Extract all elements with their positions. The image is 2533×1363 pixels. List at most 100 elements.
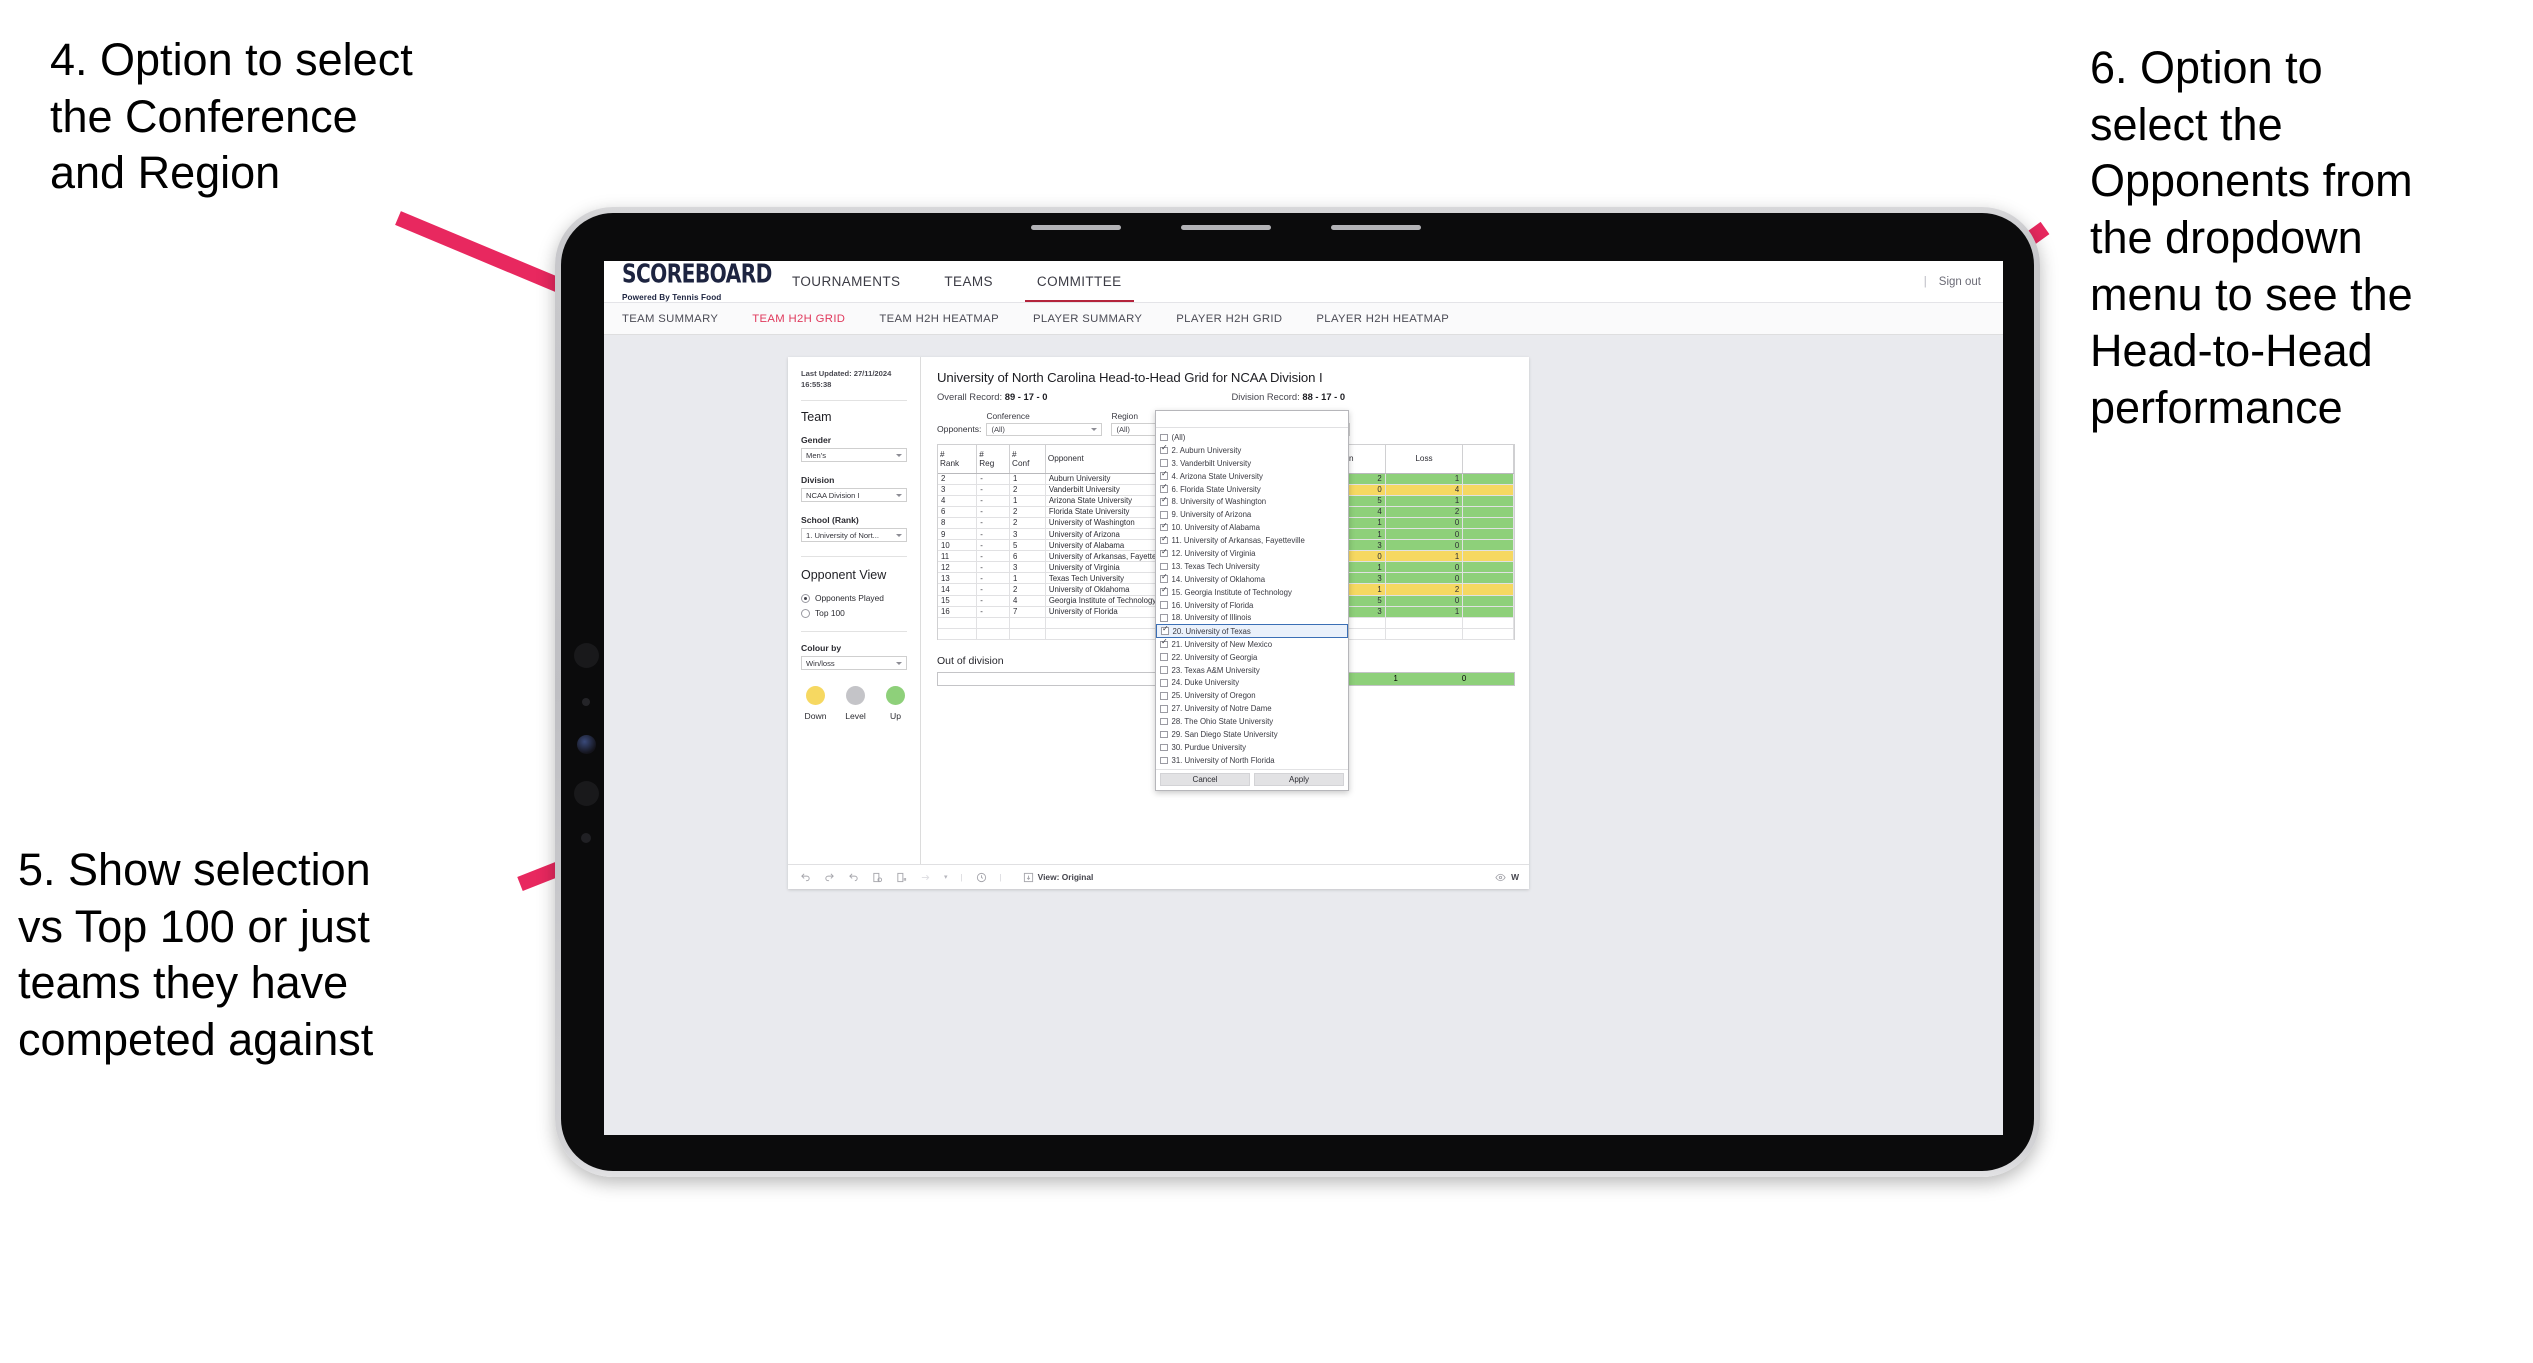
sub-nav-player-h2h-grid[interactable]: PLAYER H2H GRID [1176, 313, 1282, 325]
checkbox-icon[interactable] [1160, 638, 1168, 649]
opponent-option[interactable]: 28. The Ohio State University [1156, 715, 1348, 728]
checkbox-icon[interactable] [1160, 511, 1168, 519]
checkbox-icon[interactable] [1160, 496, 1168, 506]
opponent-option[interactable]: 18. University of Illinois [1156, 611, 1348, 624]
ood-loss: 0 [1400, 672, 1470, 685]
gender-select[interactable]: Men's [801, 448, 907, 462]
radio-opponents-played[interactable]: Opponents Played [801, 593, 907, 603]
opponent-option[interactable]: 9. University of Arizona [1156, 508, 1348, 521]
sub-nav-team-h2h-grid[interactable]: TEAM H2H GRID [752, 313, 845, 325]
opponent-option[interactable]: 22. University of Georgia [1156, 651, 1348, 664]
opponent-option[interactable]: 21. University of New Mexico [1156, 638, 1348, 651]
opponent-option[interactable]: 2. Auburn University [1156, 444, 1348, 457]
toolbar-right-label: W [1511, 872, 1519, 882]
opponent-option[interactable]: 11. University of Arkansas, Fayetteville [1156, 534, 1348, 547]
view-original-button[interactable]: View: Original [1023, 872, 1093, 883]
cell-loss: 0 [1385, 539, 1464, 552]
opponent-option[interactable]: 14. University of Oklahoma [1156, 573, 1348, 586]
checkbox-icon[interactable] [1160, 548, 1168, 558]
radio-top-100[interactable]: Top 100 [801, 608, 907, 618]
sub-nav-player-h2h-heatmap[interactable]: PLAYER H2H HEATMAP [1316, 313, 1449, 325]
conference-filter-select[interactable]: (All) [986, 423, 1103, 436]
checkbox-icon[interactable] [1160, 470, 1168, 480]
opponent-option-label: 22. University of Georgia [1171, 652, 1258, 662]
col-reg[interactable]: # Reg [976, 445, 1011, 474]
opponent-option[interactable]: 10. University of Alabama [1156, 521, 1348, 534]
checkbox-icon[interactable] [1160, 573, 1168, 583]
checkbox-icon[interactable] [1160, 666, 1168, 674]
opponent-option[interactable]: 16. University of Florida [1156, 599, 1348, 612]
school-select[interactable]: 1. University of Nort... [801, 528, 907, 542]
chevron-down-icon[interactable]: ▾ [944, 873, 948, 881]
checkbox-icon[interactable] [1160, 730, 1168, 739]
checkbox-icon[interactable] [1160, 483, 1168, 493]
opponent-option[interactable]: 29. San Diego State University [1156, 728, 1348, 741]
division-record-label: Division Record: [1231, 391, 1300, 402]
opponent-option[interactable]: 20. University of Texas [1156, 624, 1348, 638]
opponent-option[interactable]: 23. Texas A&M University [1156, 664, 1348, 677]
col-loss[interactable]: Loss [1385, 445, 1464, 474]
checkbox-icon[interactable] [1160, 459, 1168, 467]
opponent-option[interactable]: 6. Florida State University [1156, 483, 1348, 496]
cell-rank: 10 [938, 539, 978, 552]
opponent-option[interactable]: 27. University of Notre Dame [1156, 702, 1348, 715]
opponent-option[interactable]: 4. Arizona State University [1156, 470, 1348, 483]
cancel-button[interactable]: Cancel [1160, 772, 1250, 786]
opponent-option[interactable]: 12. University of Virginia [1156, 547, 1348, 560]
checkbox-icon[interactable] [1160, 692, 1168, 700]
refresh-icon[interactable] [872, 872, 883, 883]
redo-icon[interactable] [824, 872, 835, 883]
checkbox-icon[interactable] [1160, 756, 1168, 765]
opponent-option[interactable]: 24. Duke University [1156, 677, 1348, 690]
last-updated-time: 16:55:38 [801, 380, 832, 389]
colour-by-select[interactable]: Win/loss [801, 656, 907, 670]
checkbox-icon[interactable] [1160, 562, 1168, 571]
checkbox-icon[interactable] [1160, 445, 1168, 455]
checkbox-icon[interactable] [1160, 679, 1168, 687]
sub-nav-player-summary[interactable]: PLAYER SUMMARY [1033, 313, 1142, 325]
pause-icon[interactable] [896, 872, 907, 883]
opponent-option[interactable]: 30. Purdue University [1156, 741, 1348, 754]
eye-icon[interactable] [1495, 872, 1506, 883]
opponent-option-label: 12. University of Virginia [1171, 548, 1256, 558]
col-rank[interactable]: # Rank [938, 445, 978, 474]
checkbox-icon[interactable] [1160, 614, 1168, 622]
checkbox-icon[interactable] [1160, 601, 1168, 609]
app-logo[interactable]: SCOREBOARD Powered By Tennis Food [622, 261, 772, 302]
opponent-option-label: 4. Arizona State University [1171, 471, 1263, 481]
legend-level-swatch [846, 686, 865, 705]
checkbox-icon[interactable] [1160, 586, 1168, 596]
checkbox-icon[interactable] [1161, 625, 1169, 635]
revert-icon[interactable] [848, 872, 859, 883]
checkbox-icon[interactable] [1160, 535, 1168, 545]
checkbox-icon[interactable] [1160, 743, 1168, 752]
forward-icon[interactable] [920, 872, 931, 883]
checkbox-icon[interactable] [1160, 433, 1168, 442]
opponent-option[interactable]: 8. University of Washington [1156, 495, 1348, 508]
sign-out-link[interactable]: Sign out [1939, 276, 1981, 288]
sub-nav-team-summary[interactable]: TEAM SUMMARY [622, 313, 718, 325]
checkbox-icon[interactable] [1160, 717, 1168, 726]
opponent-option[interactable]: 31. University of North Florida [1156, 754, 1348, 767]
history-icon[interactable] [976, 872, 987, 883]
opponent-option[interactable]: 15. Georgia Institute of Technology [1156, 586, 1348, 599]
checkbox-icon[interactable] [1160, 522, 1168, 532]
tablet-device-frame: SCOREBOARD Powered By Tennis Food TOURNA… [555, 207, 2040, 1177]
opponent-option[interactable]: (All) [1156, 431, 1348, 444]
cell-reg: - [976, 473, 1011, 485]
main-nav-tournaments[interactable]: TOURNAMENTS [770, 261, 922, 302]
opponent-search-input[interactable] [1156, 411, 1348, 428]
opponent-option[interactable]: 3. Vanderbilt University [1156, 457, 1348, 470]
col-conf[interactable]: # Conf [1009, 445, 1046, 474]
opponent-dropdown-popup: (All) 2. Auburn University 3. Vanderbilt U… [1155, 410, 1349, 791]
checkbox-icon[interactable] [1160, 705, 1168, 713]
undo-icon[interactable] [800, 872, 811, 883]
main-nav-committee[interactable]: COMMITTEE [1015, 261, 1144, 302]
opponent-option[interactable]: 13. Texas Tech University [1156, 560, 1348, 573]
sub-nav-team-h2h-heatmap[interactable]: TEAM H2H HEATMAP [879, 313, 999, 325]
main-nav-teams[interactable]: TEAMS [922, 261, 1015, 302]
checkbox-icon[interactable] [1160, 653, 1168, 661]
apply-button[interactable]: Apply [1254, 772, 1344, 786]
opponent-option[interactable]: 25. University of Oregon [1156, 689, 1348, 702]
division-select[interactable]: NCAA Division I [801, 488, 907, 502]
